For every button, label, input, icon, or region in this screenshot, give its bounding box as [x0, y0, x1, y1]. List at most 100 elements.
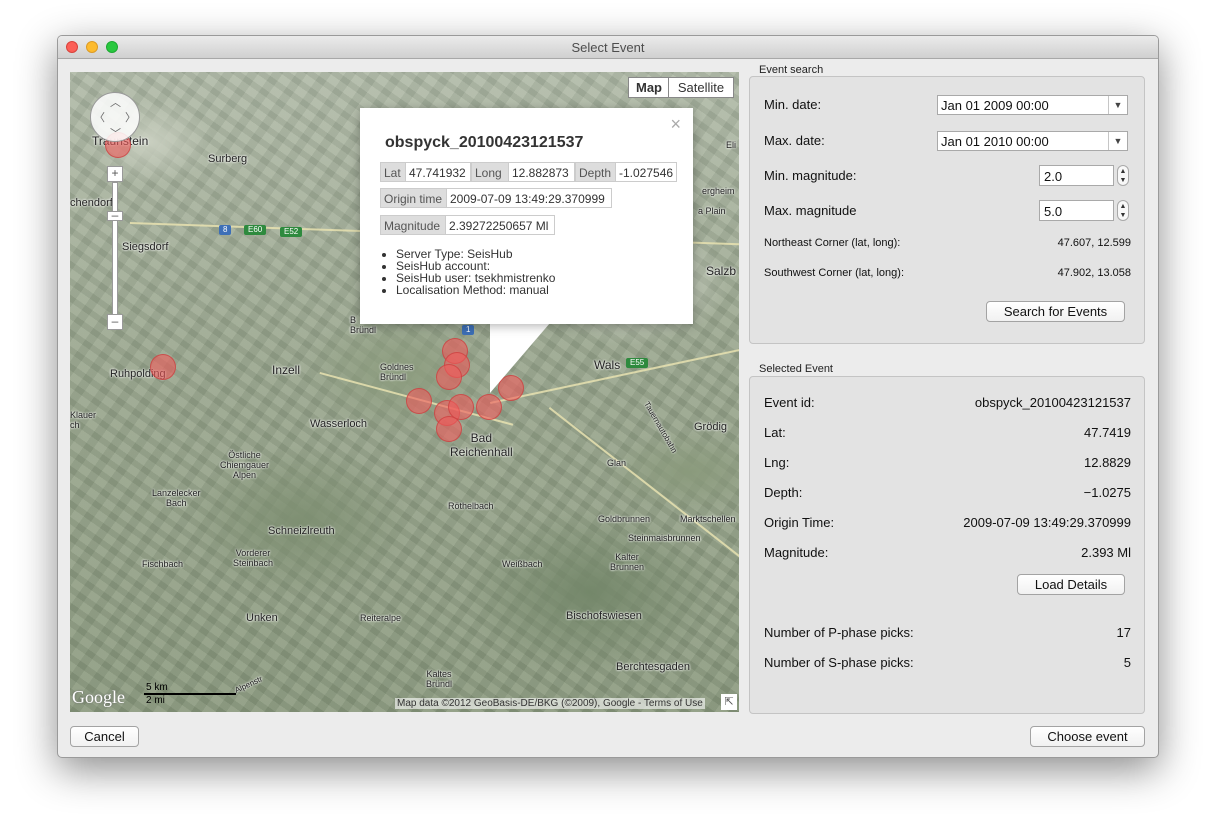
map-label: Tauernautobahn	[642, 400, 679, 455]
map-label: Inzell	[272, 363, 301, 377]
map-view[interactable]: Traunstein Surberg chendorf Siegsdorf Ru…	[70, 72, 739, 712]
expand-icon[interactable]: ⇱	[721, 694, 737, 710]
northeast-corner-label: Northeast Corner (lat, long):	[764, 237, 901, 249]
popup-title: obspyck_20100423121537	[385, 134, 584, 151]
map-label: Wasserloch	[310, 418, 368, 430]
popup-origin-label: Origin time	[380, 188, 447, 208]
min-date-label: Min. date:	[764, 97, 822, 112]
map-label: Steinmaisbrunnen	[628, 533, 701, 543]
min-magnitude-stepper[interactable]: ▲ ▼	[1117, 165, 1129, 186]
zoom-slider-handle[interactable]: –	[107, 209, 123, 221]
map-label: Klauer ch	[70, 410, 97, 430]
lng-label: Lng:	[764, 455, 790, 470]
chevron-down-icon[interactable]: ▼	[1108, 96, 1127, 114]
max-magnitude-stepper[interactable]: ▲ ▼	[1117, 200, 1129, 221]
magnitude-label: Magnitude:	[764, 545, 829, 560]
origin-time-label: Origin Time:	[764, 515, 835, 530]
event-id-value: obspyck_20100423121537	[974, 395, 1131, 410]
scale-km: 5 km	[146, 682, 168, 693]
pan-right-icon[interactable]: 〉	[125, 109, 136, 125]
map-label: Goldbrunnen	[598, 514, 651, 524]
pan-up-icon[interactable]: ︿	[110, 94, 121, 110]
event-search-title: Event search	[759, 64, 824, 76]
s-phase-picks-label: Number of S-phase picks:	[764, 655, 914, 670]
map-type-satellite-button[interactable]: Satellite	[668, 77, 734, 98]
southwest-corner-label: Southwest Corner (lat, long):	[764, 267, 905, 279]
popup-lat-label: Lat	[380, 162, 406, 182]
lat-value: 47.7419	[1084, 425, 1131, 440]
max-date-value: Jan 01 2010 00:00	[941, 134, 1049, 149]
map-label: Röthelbach	[448, 501, 494, 511]
map-label: Kalter Brunnen	[610, 552, 645, 572]
max-date-combo[interactable]: Jan 01 2010 00:00 ▼	[937, 131, 1128, 151]
map-label: Bischofswiesen	[566, 610, 642, 622]
map-label: Kaltes Bründl	[426, 669, 453, 689]
popup-long-label: Long	[471, 162, 509, 182]
zoom-in-icon[interactable]: +	[107, 166, 123, 182]
map-label: Glan	[607, 458, 627, 468]
pan-control[interactable]: ︿ ﹀ 〈 〉	[90, 92, 140, 142]
event-marker[interactable]	[406, 388, 432, 414]
road-shield: 8	[219, 225, 232, 235]
map-type-map-button[interactable]: Map	[628, 77, 670, 98]
map-label: Weißbach	[502, 559, 543, 569]
map-label: Marktschellen	[680, 514, 736, 524]
google-logo: Google	[72, 687, 125, 707]
scale-mi: 2 mi	[146, 695, 165, 706]
min-magnitude-label: Min. magnitude:	[764, 168, 857, 183]
max-date-label: Max. date:	[764, 133, 825, 148]
p-phase-picks-value: 17	[1116, 625, 1131, 640]
map-label: Eli	[726, 140, 737, 150]
road-shield: E52	[280, 227, 303, 237]
search-for-events-button[interactable]: Search for Events	[986, 301, 1125, 322]
map-label: Alpenstr	[233, 674, 264, 695]
event-marker[interactable]	[476, 394, 502, 420]
map-scale: 5 km 2 mi	[144, 682, 236, 708]
select-event-window: Select Event Traunstein Surberg chendorf…	[57, 35, 1159, 758]
popup-magnitude-label: Magnitude	[380, 215, 446, 235]
event-marker[interactable]	[150, 354, 176, 380]
map-label: Lanzelecker Bach	[152, 488, 201, 508]
popup-close-icon[interactable]: ×	[670, 114, 681, 135]
zoom-out-icon[interactable]: –	[107, 314, 123, 330]
event-id-label: Event id:	[764, 395, 815, 410]
depth-value: −1.0275	[1083, 485, 1131, 500]
chevron-down-icon[interactable]: ▼	[1108, 132, 1127, 150]
pan-left-icon[interactable]: 〈	[94, 109, 105, 125]
road-shield: E55	[626, 358, 649, 368]
zoom-slider-track[interactable]	[112, 182, 118, 324]
max-magnitude-label: Max. magnitude	[764, 203, 857, 218]
map-label: Berchtesgaden	[616, 661, 690, 673]
map-label: chendorf	[70, 197, 113, 209]
map-label: Surberg	[208, 153, 248, 165]
load-details-button[interactable]: Load Details	[1017, 574, 1125, 595]
southwest-corner-value: 47.902, 13.058	[1057, 267, 1131, 279]
popup-long-value: 12.882873	[508, 162, 575, 182]
map-copyright[interactable]: Map data ©2012 GeoBasis-DE/BKG (©2009), …	[395, 698, 705, 709]
lat-label: Lat:	[764, 425, 786, 440]
popup-pointer	[490, 323, 550, 393]
northeast-corner-value: 47.607, 12.599	[1057, 237, 1131, 249]
p-phase-picks-label: Number of P-phase picks:	[764, 625, 914, 640]
popup-depth-value: -1.027546	[615, 162, 677, 182]
choose-event-button[interactable]: Choose event	[1030, 726, 1145, 747]
depth-label: Depth:	[764, 485, 803, 500]
event-info-popup: obspyck_20100423121537 × Lat 47.741932 L…	[360, 108, 693, 324]
pan-down-icon[interactable]: ﹀	[110, 125, 121, 141]
event-search-group: Min. date: Jan 01 2009 00:00 ▼ Max. date…	[749, 76, 1145, 344]
list-item: Localisation Method: manual	[396, 284, 555, 296]
map-label: Unken	[246, 612, 278, 624]
min-date-combo[interactable]: Jan 01 2009 00:00 ▼	[937, 95, 1128, 115]
map-label: Östliche Chiemgauer Alpen	[220, 450, 270, 480]
selected-event-title: Selected Event	[759, 363, 833, 375]
event-marker[interactable]	[436, 416, 462, 442]
cancel-button[interactable]: Cancel	[70, 726, 139, 747]
map-label: Siegsdorf	[122, 241, 169, 253]
map-label: Goldnes Bründl	[380, 362, 414, 382]
window-title: Select Event	[571, 40, 645, 55]
map-label: Schneizlreuth	[268, 525, 335, 537]
event-marker[interactable]	[436, 364, 462, 390]
min-magnitude-input[interactable]: 2.0	[1039, 165, 1114, 186]
max-magnitude-input[interactable]: 5.0	[1039, 200, 1114, 221]
road-shield: 1	[462, 325, 475, 335]
